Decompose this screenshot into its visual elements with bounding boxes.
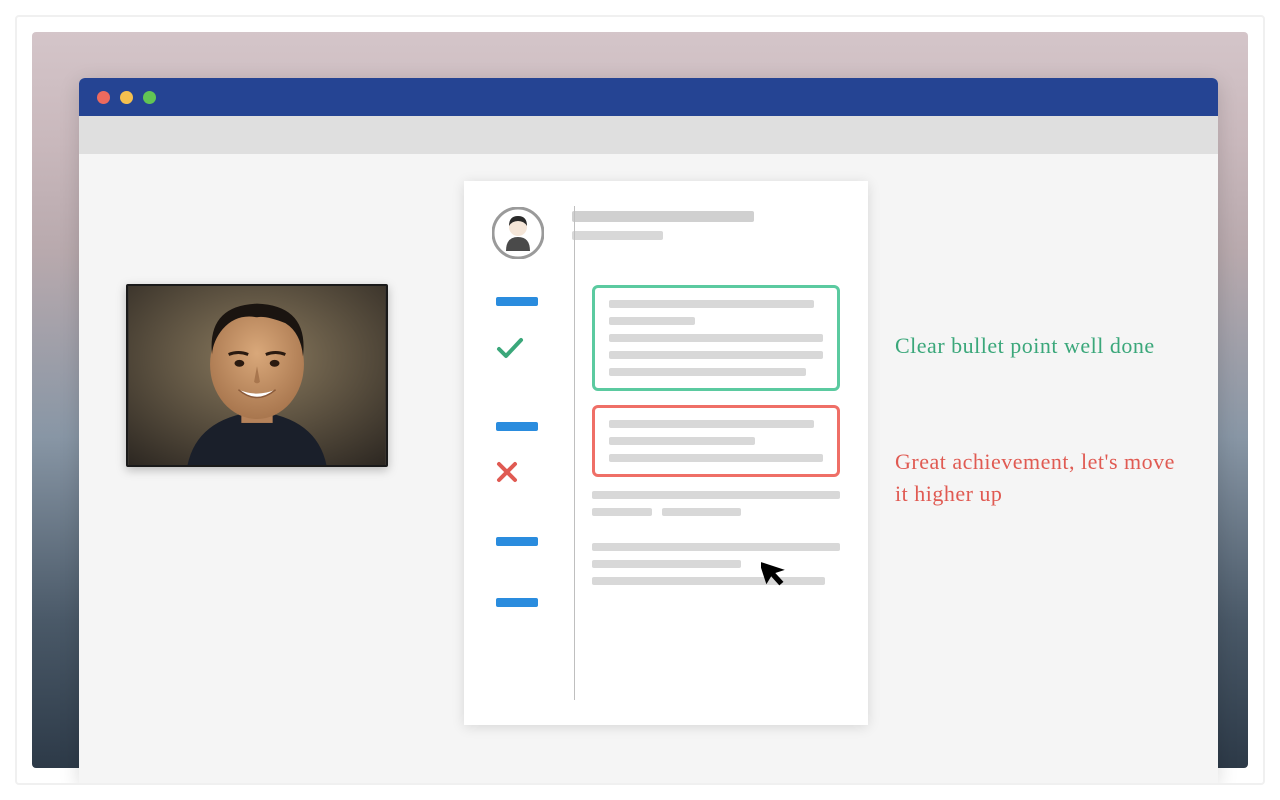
annotation-positive: Clear bullet point well done (895, 330, 1155, 362)
minimize-window-button[interactable] (120, 91, 133, 104)
candidate-avatar-icon (492, 207, 544, 259)
placeholder-line (609, 317, 695, 325)
placeholder-line (609, 334, 823, 342)
x-icon (496, 461, 556, 483)
resume-paragraph (592, 491, 840, 525)
section-label (496, 598, 538, 607)
column-divider (574, 206, 575, 700)
check-icon (496, 336, 556, 360)
close-window-button[interactable] (97, 91, 110, 104)
placeholder-line (609, 368, 806, 376)
section-label (496, 537, 538, 546)
window-title-bar (79, 78, 1218, 116)
maximize-window-button[interactable] (143, 91, 156, 104)
reviewer-video-thumbnail (126, 284, 388, 467)
placeholder-line (592, 491, 840, 499)
page-content: Clear bullet point well done Great achie… (79, 154, 1218, 783)
annotation-suggestion: Great achievement, let's move it higher … (895, 446, 1175, 510)
placeholder-line (609, 454, 823, 462)
section-label (496, 422, 538, 431)
placeholder-line (572, 211, 754, 222)
outer-frame: Clear bullet point well done Great achie… (15, 15, 1265, 785)
placeholder-line (609, 437, 755, 445)
resume-name-block (572, 207, 840, 259)
resume-document (464, 181, 868, 725)
placeholder-line (609, 420, 814, 428)
cursor-icon (761, 555, 789, 589)
resume-header (492, 207, 840, 259)
browser-tab-bar (79, 116, 1218, 154)
resume-paragraph (592, 543, 840, 585)
resume-right-column (592, 285, 840, 603)
person-portrait (128, 286, 386, 465)
placeholder-line (662, 508, 741, 516)
placeholder-line (609, 300, 814, 308)
placeholder-line (592, 560, 741, 568)
highlighted-suggestion-block (592, 405, 840, 477)
placeholder-line (609, 351, 823, 359)
placeholder-line (592, 508, 652, 516)
browser-window: Clear bullet point well done Great achie… (79, 78, 1218, 783)
section-label (496, 297, 538, 306)
placeholder-line (572, 231, 663, 240)
highlighted-positive-block (592, 285, 840, 391)
placeholder-line (592, 577, 825, 585)
resume-left-column (496, 285, 556, 607)
placeholder-line (592, 543, 840, 551)
